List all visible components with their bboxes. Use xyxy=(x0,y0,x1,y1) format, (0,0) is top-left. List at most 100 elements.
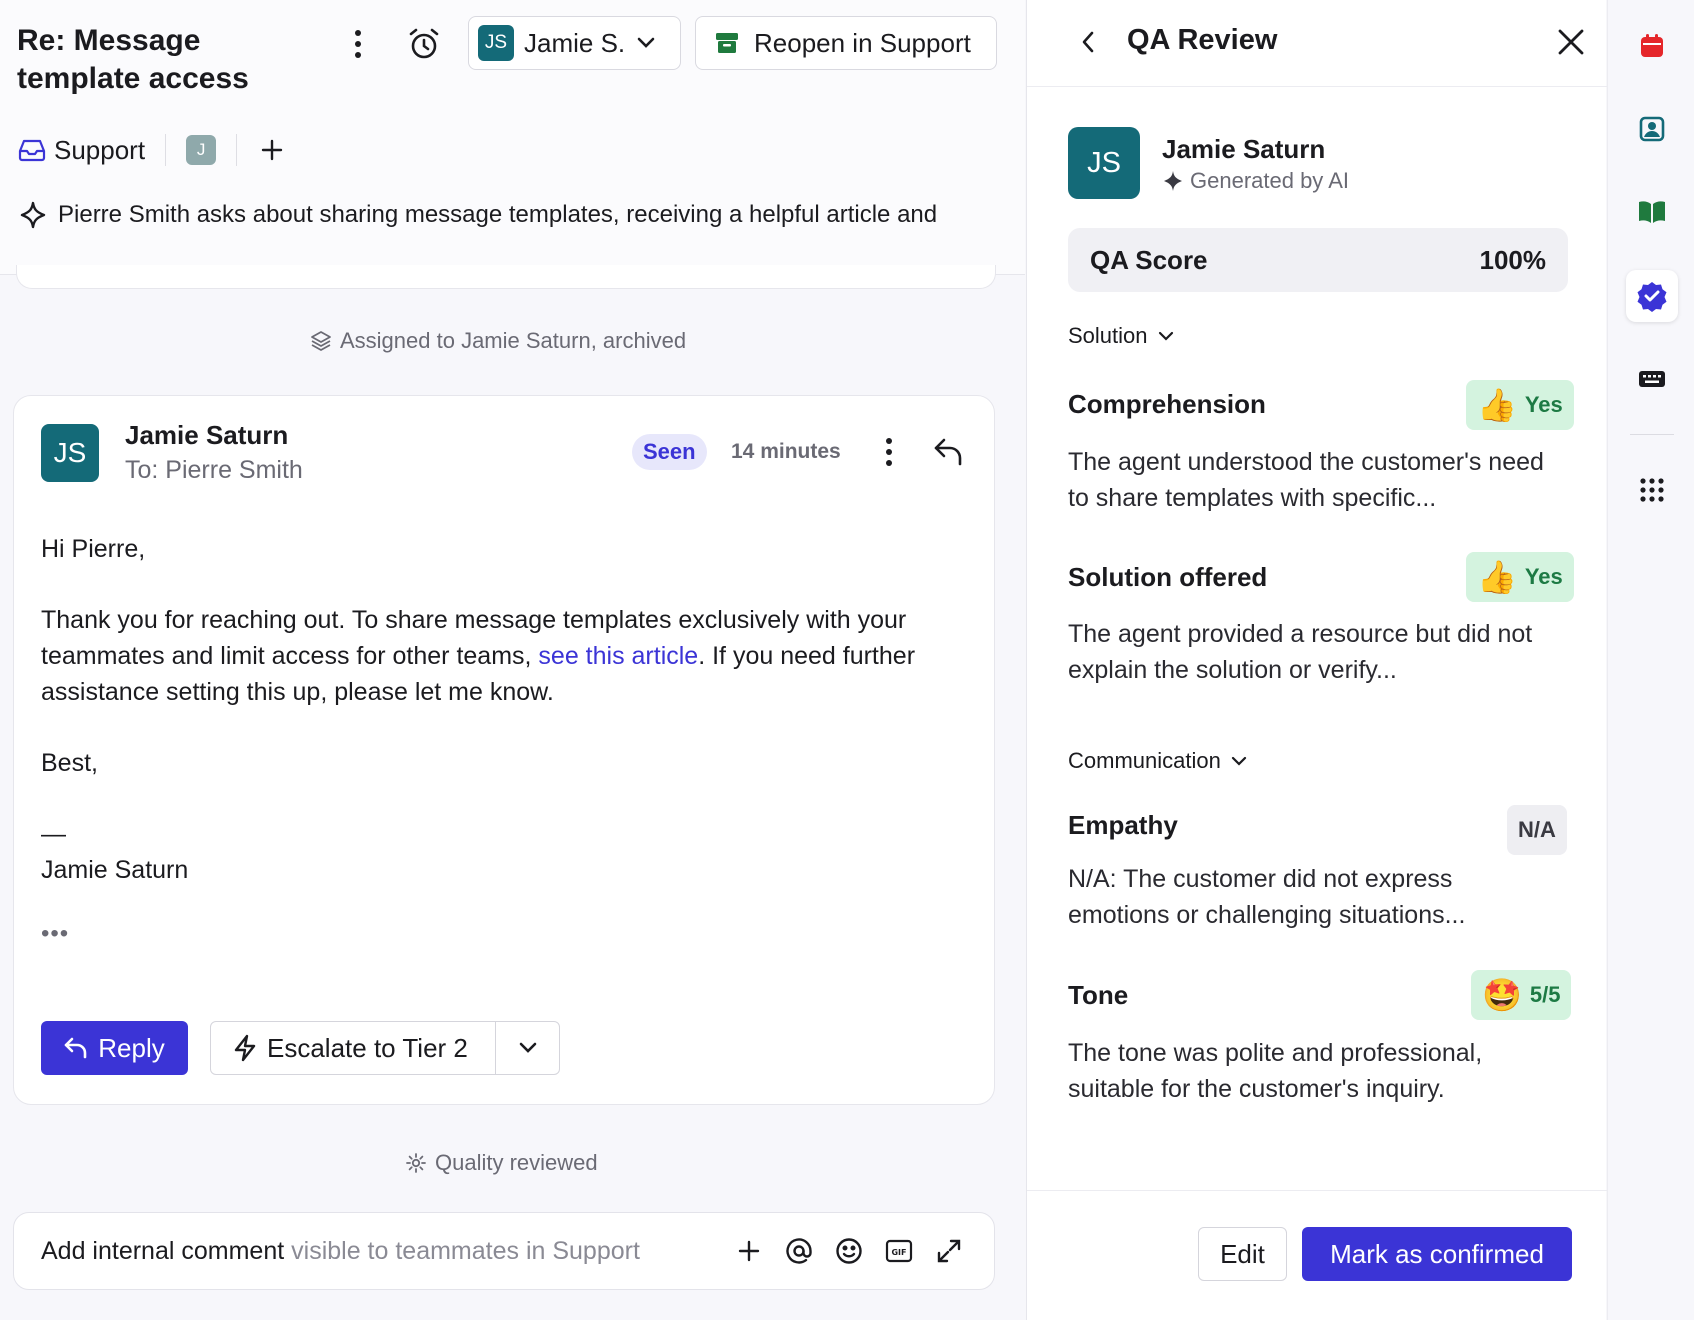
conversation-header: Re: Message template access JS Jamie S. … xyxy=(0,0,1025,275)
divider xyxy=(236,134,238,166)
quality-reviewed-text: Quality reviewed xyxy=(435,1150,598,1175)
sender-name[interactable]: Jamie Saturn xyxy=(125,420,288,451)
greeting: Hi Pierre, xyxy=(41,535,146,563)
comment-composer[interactable]: Add internal comment visible to teammate… xyxy=(13,1212,995,1290)
qa-score-label: QA Score xyxy=(1090,244,1208,275)
signature-dash: — xyxy=(41,820,66,848)
thumbs-up-icon: 👍 xyxy=(1477,387,1517,423)
conversation-meta: Support J xyxy=(18,130,287,170)
apps-grid-icon[interactable] xyxy=(1626,464,1678,516)
signature-name: Jamie Saturn xyxy=(41,856,189,884)
participant-avatar[interactable]: J xyxy=(186,135,217,165)
star-struck-icon: 🤩 xyxy=(1482,977,1522,1013)
qa-score-value: 100% xyxy=(1479,244,1547,275)
assigned-event: Assigned to Jamie Saturn, archived xyxy=(310,328,686,354)
criterion-name: Empathy xyxy=(1068,810,1178,840)
agent-avatar: JS xyxy=(1068,127,1140,199)
criterion-description: N/A: The customer did not express emotio… xyxy=(1068,865,1466,929)
layers-icon xyxy=(311,331,331,351)
svg-text:GIF: GIF xyxy=(891,1248,906,1257)
assigned-event-text: Assigned to Jamie Saturn, archived xyxy=(340,328,687,353)
assignee-dropdown[interactable]: JS Jamie S. xyxy=(468,16,681,70)
snooze-alarm-icon[interactable] xyxy=(404,24,444,64)
reply-label: Reply xyxy=(98,1032,165,1063)
badge-text: N/A xyxy=(1518,817,1556,842)
chevron-down-icon xyxy=(519,1042,536,1053)
book-icon[interactable] xyxy=(1626,186,1678,238)
rail-divider xyxy=(1630,434,1674,435)
section-solution-toggle[interactable]: Solution xyxy=(1068,323,1174,349)
chevron-down-icon xyxy=(1158,331,1173,341)
divider xyxy=(165,134,167,166)
comment-placeholder-muted: visible to teammates in Support xyxy=(284,1237,640,1265)
message-paragraph: Thank you for reaching out. To share mes… xyxy=(41,602,971,710)
ai-summary[interactable]: Pierre Smith asks about sharing message … xyxy=(18,200,937,230)
agent-name: Jamie Saturn xyxy=(1162,134,1326,164)
previous-message-card xyxy=(16,265,996,289)
inbox-selector[interactable]: Support xyxy=(18,135,145,166)
mention-icon[interactable] xyxy=(774,1231,824,1271)
seen-badge: Seen xyxy=(632,434,707,470)
keyboard-icon[interactable] xyxy=(1626,353,1678,405)
qa-header: QA Review xyxy=(1027,0,1607,87)
add-participant-icon[interactable] xyxy=(257,135,287,165)
criterion-badge[interactable]: N/A xyxy=(1507,805,1567,855)
conversation-title: Re: Message template access xyxy=(17,24,249,95)
criterion-description: The tone was polite and professional, su… xyxy=(1068,1039,1483,1103)
ai-summary-text: Pierre Smith asks about sharing message … xyxy=(58,201,938,228)
message-more-icon[interactable] xyxy=(874,434,904,470)
conversation-pane: Re: Message template access JS Jamie S. … xyxy=(0,0,1025,1320)
criterion-badge[interactable]: 👍 Yes xyxy=(1466,552,1574,602)
escalate-button[interactable]: Escalate to Tier 2 xyxy=(211,1022,496,1074)
emoji-icon[interactable] xyxy=(824,1231,874,1271)
article-link[interactable]: see this article xyxy=(538,642,698,670)
more-options-icon[interactable] xyxy=(340,24,376,64)
criterion-name: Solution offered xyxy=(1068,562,1268,592)
section-label: Communication xyxy=(1068,748,1221,773)
archive-icon xyxy=(716,33,738,53)
reopen-label: Reopen in Support xyxy=(754,27,971,58)
badge-text: 5/5 xyxy=(1529,982,1561,1007)
sparkle-icon xyxy=(20,201,46,229)
sender-avatar: JS xyxy=(41,424,99,482)
comment-placeholder: Add internal comment xyxy=(41,1237,285,1265)
generated-by-ai: Generated by AI xyxy=(1162,168,1349,194)
mark-confirmed-button[interactable]: Mark as confirmed xyxy=(1302,1227,1572,1281)
reply-icon xyxy=(64,1037,87,1059)
contact-card-icon[interactable] xyxy=(1626,103,1678,155)
reopen-button[interactable]: Reopen in Support xyxy=(695,16,997,70)
section-label: Solution xyxy=(1068,323,1148,348)
chevron-down-icon xyxy=(637,37,655,48)
reply-button[interactable]: Reply xyxy=(41,1021,188,1075)
criterion-badge[interactable]: 🤩 5/5 xyxy=(1471,970,1572,1020)
expand-icon[interactable] xyxy=(924,1231,974,1271)
lightning-icon xyxy=(234,1034,256,1062)
back-icon[interactable] xyxy=(1070,24,1106,60)
calendar-icon[interactable] xyxy=(1626,20,1678,72)
right-rail xyxy=(1607,0,1694,1320)
gif-icon[interactable]: GIF xyxy=(874,1231,924,1271)
assignee-name: Jamie S. xyxy=(524,27,626,58)
edit-button[interactable]: Edit xyxy=(1198,1227,1287,1281)
criterion-name: Tone xyxy=(1068,980,1129,1010)
badge-text: Yes xyxy=(1524,564,1563,589)
ai-star-icon xyxy=(1164,171,1182,191)
reply-arrow-icon[interactable] xyxy=(929,432,969,472)
qa-review-panel: QA Review JS Jamie Saturn Generated by A… xyxy=(1026,0,1607,1320)
composer-toolbar: GIF xyxy=(724,1231,974,1271)
thumbs-up-icon: 👍 xyxy=(1477,559,1517,595)
section-communication-toggle[interactable]: Communication xyxy=(1068,748,1247,774)
message-card: JS Jamie Saturn To: Pierre Smith Seen 14… xyxy=(13,395,995,1105)
chevron-down-icon xyxy=(1231,756,1246,766)
close-icon[interactable] xyxy=(1551,22,1591,62)
add-attachment-icon[interactable] xyxy=(724,1231,774,1271)
escalate-dropdown[interactable] xyxy=(496,1022,559,1074)
assignee-avatar: JS xyxy=(478,25,514,61)
comment-input[interactable]: Add internal comment visible to teammate… xyxy=(41,1237,640,1266)
message-time: 14 minutes xyxy=(731,440,841,463)
verified-badge-icon[interactable] xyxy=(1626,270,1678,322)
inbox-label: Support xyxy=(54,134,146,165)
qa-footer: Edit Mark as confirmed xyxy=(1027,1190,1607,1320)
show-more-toggle[interactable]: ••• xyxy=(41,920,69,948)
criterion-badge[interactable]: 👍 Yes xyxy=(1466,380,1574,430)
